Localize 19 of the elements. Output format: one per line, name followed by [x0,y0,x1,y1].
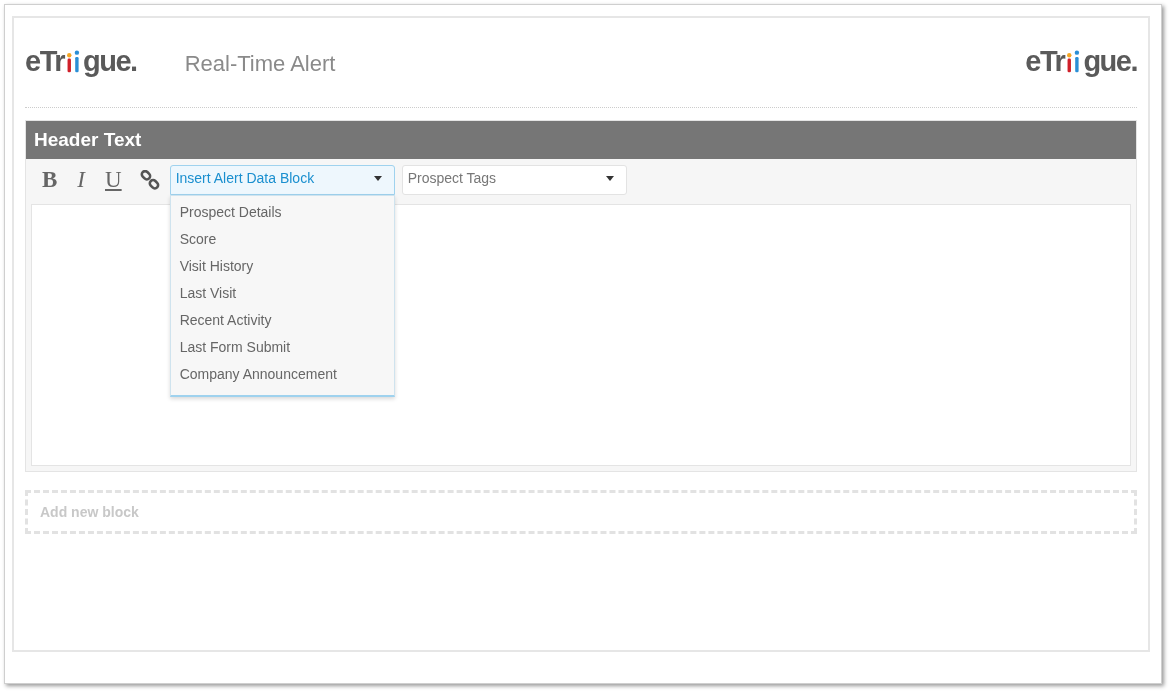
menu-item[interactable]: Last Form Submit [170,337,394,364]
menu-item[interactable]: Visit History [170,256,394,283]
link-icon[interactable] [139,170,160,190]
logo: eTr gue. [1025,47,1137,79]
page-title: Real-Time Alert [184,50,336,77]
caret-icon [605,175,614,181]
tags-dropdown[interactable]: Prospect Tags [401,165,627,195]
caret-icon [373,175,382,181]
logo: eTr gue. [25,47,137,79]
menu-item[interactable]: Prospect Details [170,202,394,229]
menu-item[interactable]: Score [170,229,394,256]
menu-item[interactable]: Recent Activity [170,310,394,337]
menu-item[interactable]: Last Visit [170,283,394,310]
format-button[interactable]: I [71,167,91,193]
format-button[interactable]: B [36,167,64,193]
block-title: Header Text [34,129,142,150]
menu-item[interactable]: Company Announcement [170,364,394,391]
format-button[interactable]: U [99,167,128,193]
data-block-dropdown[interactable]: Insert Alert Data Block [169,165,395,195]
